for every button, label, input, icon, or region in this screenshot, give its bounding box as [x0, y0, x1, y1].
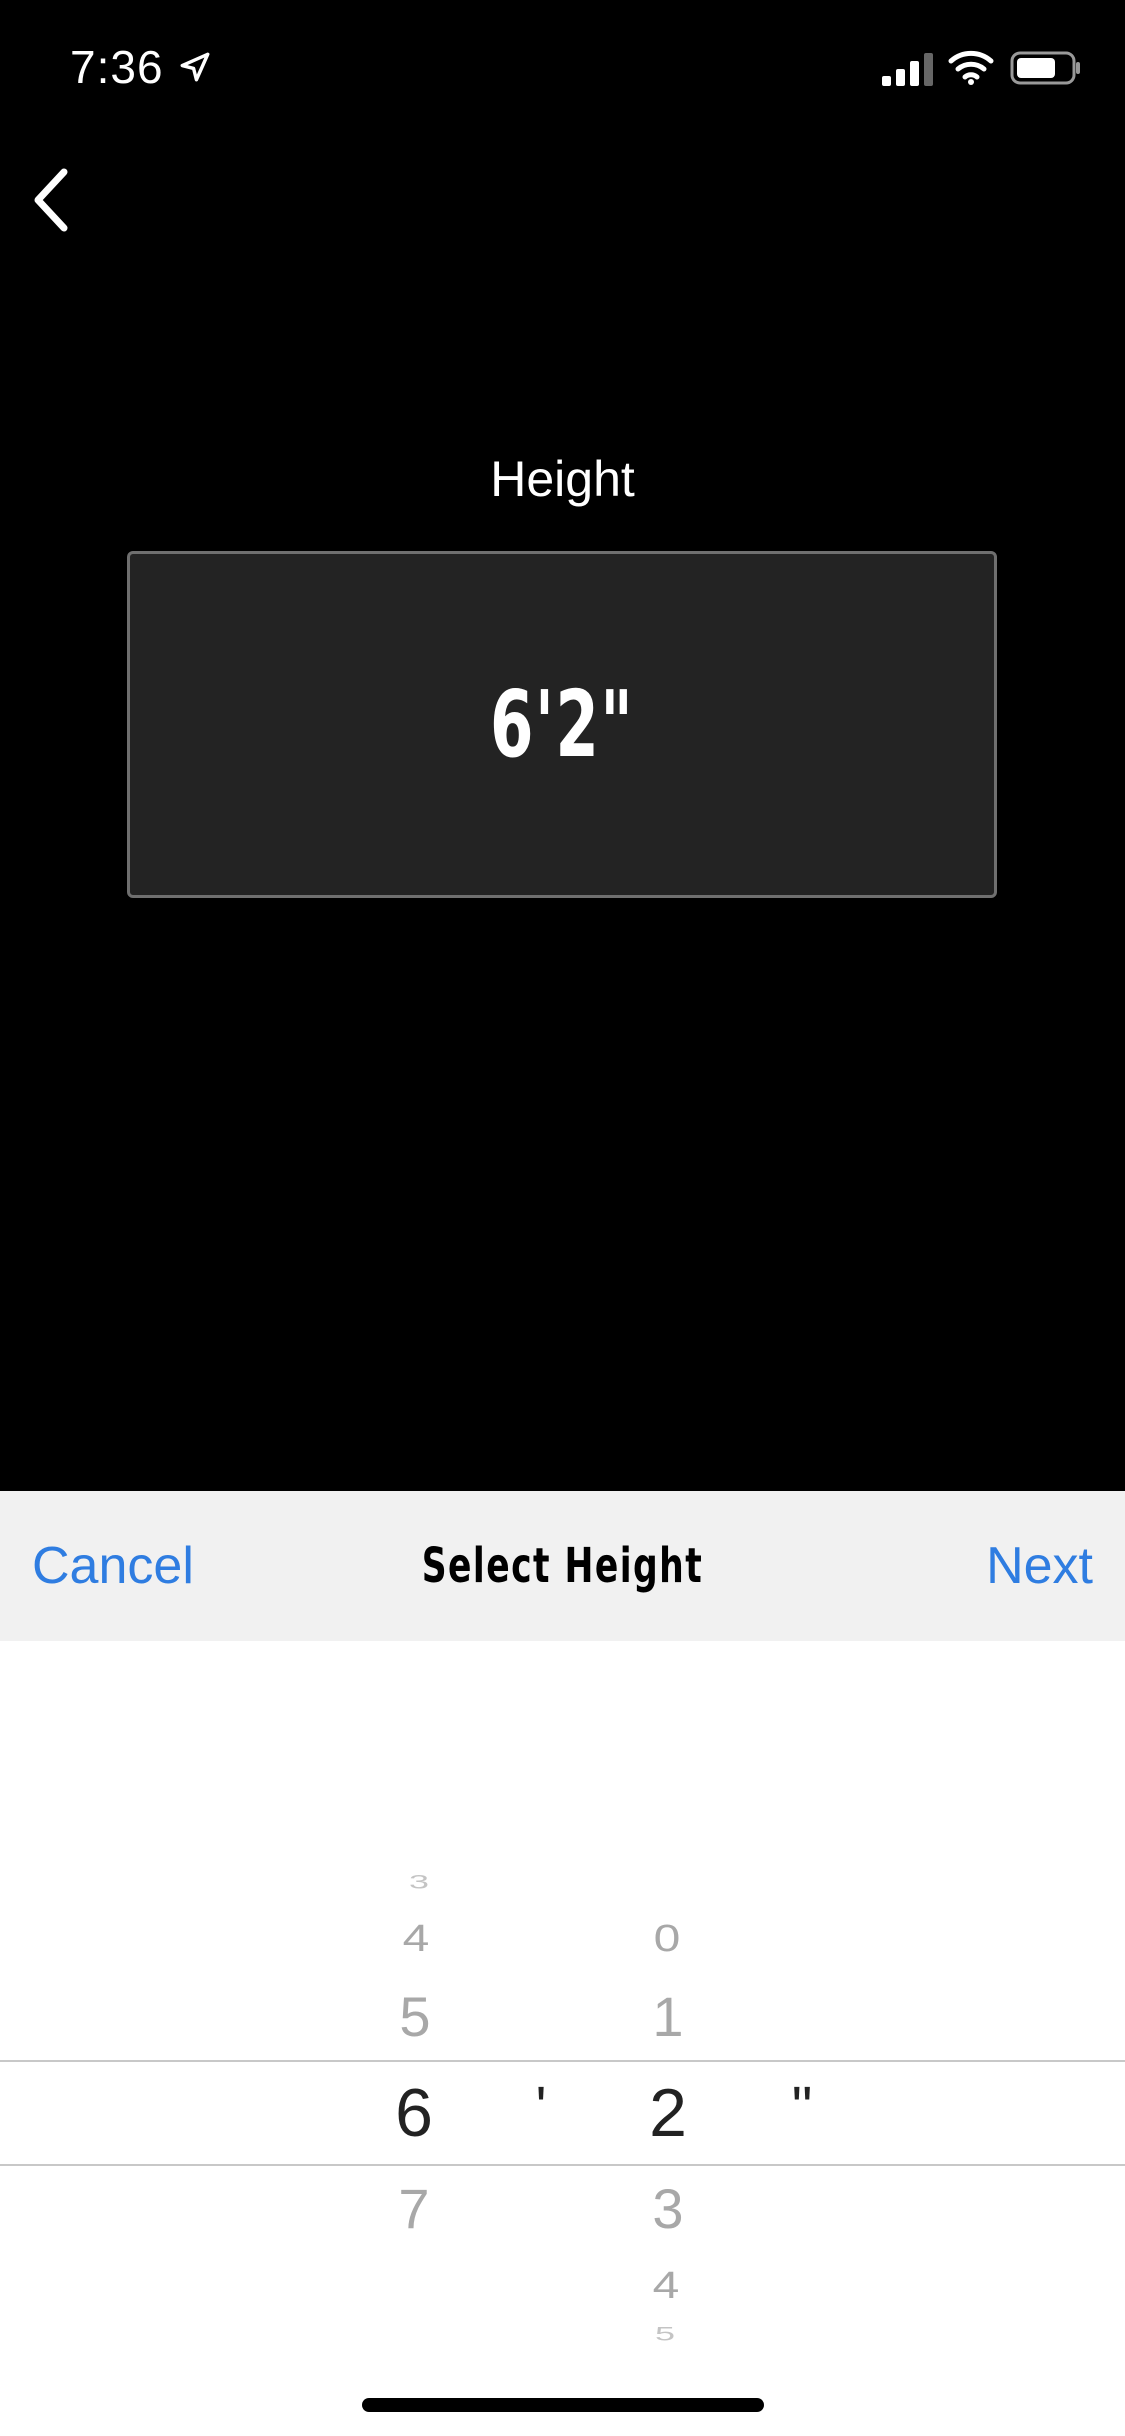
height-value: 6'2" [489, 671, 635, 778]
feet-option[interactable]: 7 [398, 2176, 429, 2241]
inches-option[interactable]: 5 [655, 2322, 675, 2345]
status-bar: 7:36 [0, 0, 1125, 140]
feet-option[interactable]: 4 [403, 1917, 430, 1961]
wifi-icon [948, 50, 994, 85]
feet-option[interactable]: 3 [409, 1870, 429, 1893]
inches-option[interactable]: 3 [652, 2176, 683, 2241]
picker-toolbar: Cancel Select Height Next [0, 1491, 1125, 1641]
back-chevron-icon[interactable] [22, 160, 82, 240]
home-indicator[interactable] [362, 2398, 764, 2412]
inches-option[interactable]: 0 [654, 1917, 681, 1961]
picker-title: Select Height [421, 1538, 704, 1594]
height-field[interactable]: 6'2" [127, 551, 997, 898]
location-arrow-icon [180, 52, 210, 82]
feet-unit-label: ' [535, 2075, 547, 2140]
height-picker[interactable]: 3 4 5 6 7 ' 0 1 2 3 4 5 " [0, 1641, 1125, 2436]
selection-indicator-top [0, 2060, 1125, 2062]
status-time: 7:36 [70, 41, 164, 93]
inches-option[interactable]: 4 [653, 2264, 680, 2308]
inches-option-selected[interactable]: 2 [649, 2074, 687, 2152]
inches-unit-label: " [791, 2075, 813, 2140]
feet-option[interactable]: 5 [399, 1984, 430, 2049]
feet-option-selected[interactable]: 6 [395, 2074, 433, 2152]
selection-indicator-bottom [0, 2164, 1125, 2166]
next-button[interactable]: Next [986, 1491, 1093, 1641]
cellular-signal-icon [882, 53, 933, 86]
battery-icon [1010, 51, 1080, 85]
inches-option[interactable]: 1 [652, 1984, 683, 2049]
height-label: Height [490, 451, 635, 507]
